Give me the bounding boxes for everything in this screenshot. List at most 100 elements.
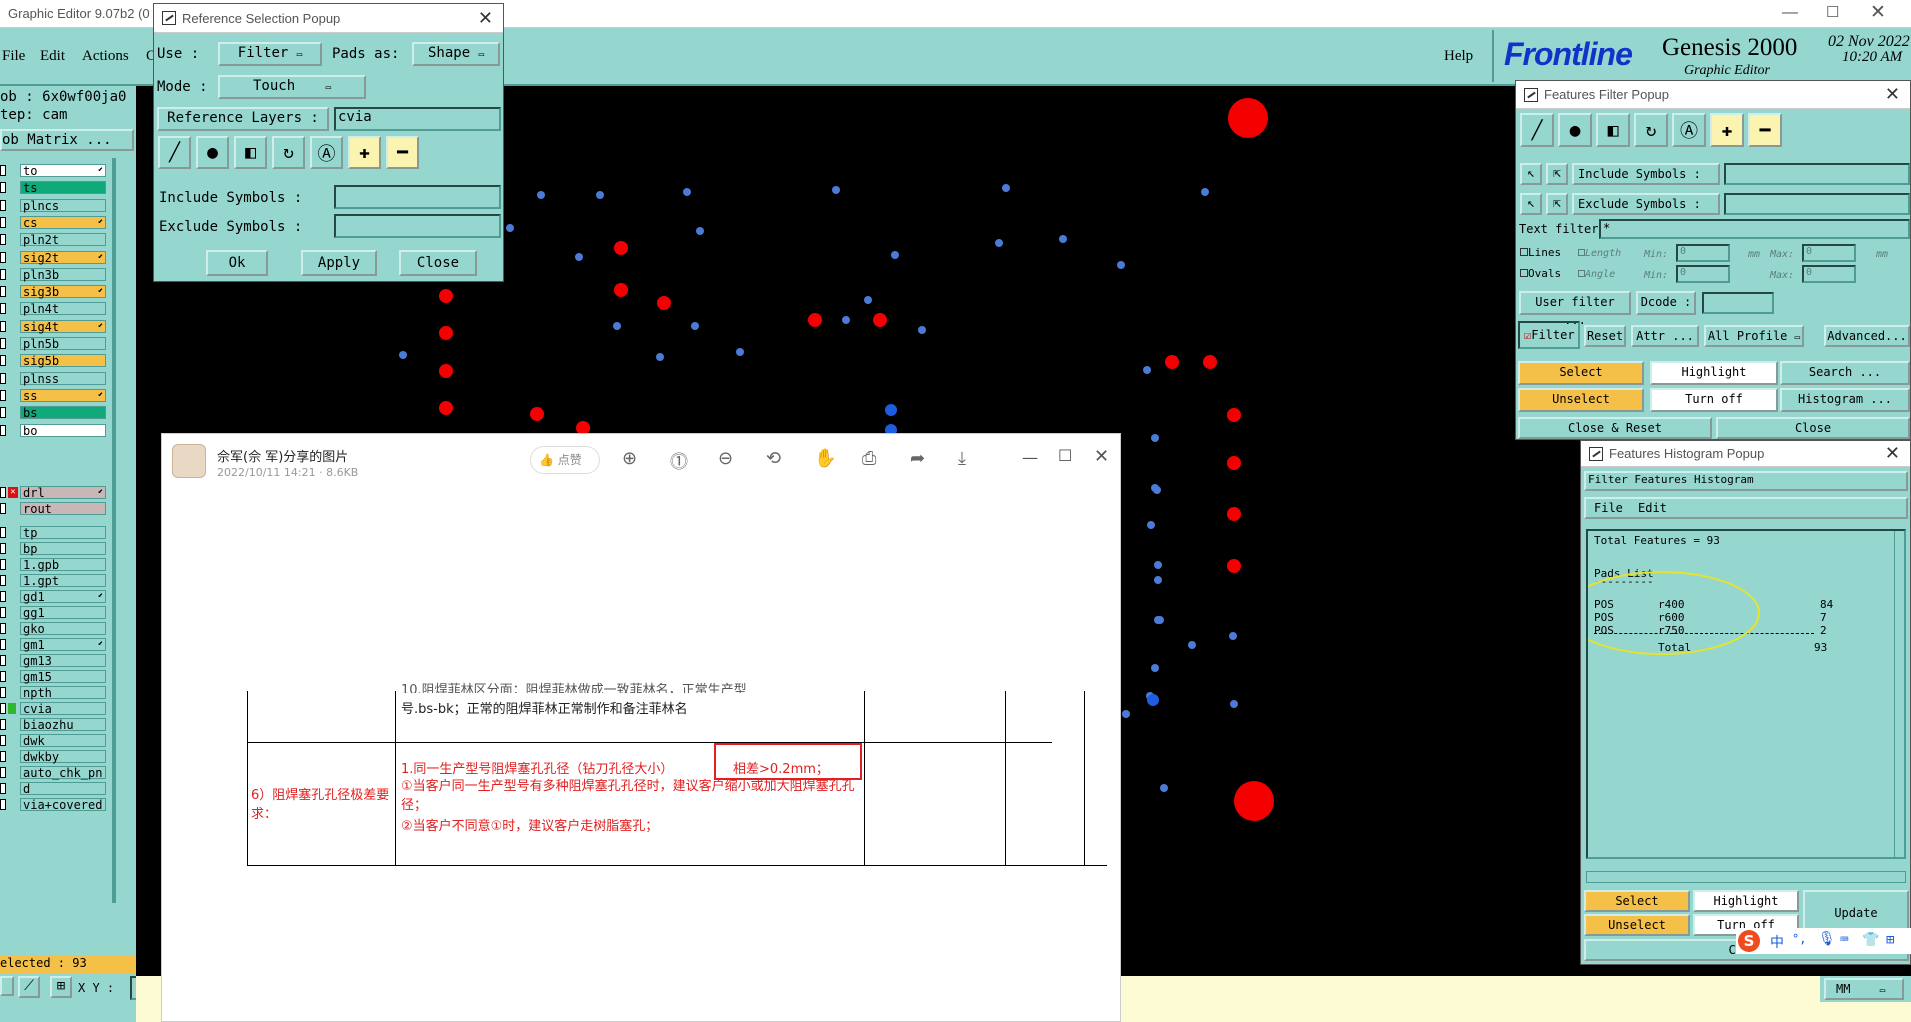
layer-checkbox[interactable] — [0, 783, 6, 794]
reference-layers-field[interactable]: cvia — [334, 107, 501, 131]
layer-row[interactable]: drl ⬋ ✕ — [0, 486, 112, 500]
layer-row[interactable]: cs ⬋ — [0, 215, 112, 230]
layer-checkbox[interactable] — [0, 165, 6, 176]
line-tool-icon[interactable]: ╱ — [1520, 113, 1554, 147]
layer-checkbox[interactable] — [0, 623, 6, 634]
layer-name[interactable]: cs — [20, 215, 106, 229]
angle-checkbox[interactable]: Angle — [1578, 269, 1615, 280]
layer-name[interactable]: pln4t — [20, 302, 106, 316]
close-icon[interactable]: ✕ — [1885, 443, 1900, 464]
layer-name[interactable]: bo — [20, 423, 106, 437]
layer-row[interactable]: cvia — [0, 702, 112, 716]
angle-min-field[interactable]: 0 — [1676, 265, 1730, 283]
horizontal-scrollbar[interactable] — [1586, 871, 1906, 883]
include-pick-icon[interactable]: ↖ — [1520, 163, 1542, 185]
include-pick2-icon[interactable]: ⇱ — [1546, 163, 1568, 185]
layer-name[interactable]: cvia — [20, 702, 106, 716]
microphone-icon[interactable]: 🎙 — [1818, 931, 1836, 947]
layer-row[interactable]: auto_chk_pn — [0, 766, 112, 780]
layer-row[interactable]: pln2t — [0, 233, 112, 247]
arc-tool-icon[interactable]: ↻ — [1634, 113, 1668, 147]
layer-row[interactable]: bo — [0, 423, 112, 438]
layer-checkbox[interactable] — [0, 607, 6, 618]
include-symbols-field[interactable] — [334, 185, 501, 209]
unselect-button[interactable]: Unselect — [1518, 388, 1644, 412]
layer-checkbox[interactable] — [0, 320, 6, 332]
layer-name[interactable]: drl — [20, 486, 106, 500]
length-max-field[interactable]: 0 — [1802, 244, 1856, 262]
length-checkbox[interactable]: Length — [1578, 248, 1621, 259]
layer-name[interactable]: bp — [20, 542, 106, 556]
layer-name[interactable]: ss — [20, 388, 106, 402]
close-icon[interactable]: ✕ — [1885, 84, 1900, 105]
layer-row[interactable]: sig5b — [0, 354, 112, 368]
exclude-symbols-field[interactable] — [1724, 193, 1910, 215]
grid-menu-icon[interactable]: ⊞ — [1886, 932, 1894, 948]
grid-tool-icon[interactable]: ⊞ — [50, 976, 72, 998]
layer-checkbox[interactable] — [0, 355, 6, 367]
layer-name[interactable]: gko — [20, 622, 106, 636]
close-button[interactable]: Close — [399, 250, 477, 276]
layer-checkbox[interactable] — [0, 687, 6, 698]
search-button[interactable]: Search ... — [1780, 361, 1910, 385]
layer-checkbox[interactable] — [0, 372, 6, 384]
rotate-icon[interactable]: ⟲ — [766, 448, 781, 469]
layer-checkbox[interactable] — [0, 559, 6, 570]
layer-name[interactable]: bs — [20, 406, 106, 420]
layer-name[interactable]: pln2t — [20, 233, 106, 247]
layer-row[interactable]: to ⬋ — [0, 164, 112, 178]
layer-name[interactable]: pln5b — [20, 337, 106, 351]
layer-checkbox[interactable] — [0, 655, 6, 666]
include-symbols-button[interactable]: Include Symbols : — [1572, 163, 1720, 185]
skin-icon[interactable]: 👕 — [1862, 932, 1879, 948]
dcode-button[interactable]: Dcode : — [1636, 291, 1696, 315]
layer-name[interactable]: ts — [20, 181, 106, 195]
minimize-icon[interactable]: — — [1782, 4, 1798, 22]
layer-row[interactable]: pln3b — [0, 267, 112, 282]
reference-layers-button[interactable]: Reference Layers : — [157, 107, 329, 131]
all-profile-select[interactable]: All Profile ▭ — [1704, 325, 1804, 347]
menu-file[interactable]: File — [1594, 501, 1623, 515]
bottom-tool-1[interactable] — [0, 976, 14, 996]
layer-name[interactable]: sig4t — [20, 319, 106, 333]
layer-row[interactable]: ss ⬋ — [0, 388, 112, 403]
layer-checkbox[interactable] — [0, 389, 6, 401]
layer-checkbox[interactable] — [0, 286, 6, 298]
layer-row[interactable]: gm1 ⬋ — [0, 638, 112, 652]
layer-checkbox[interactable] — [0, 424, 6, 436]
layer-name[interactable]: gd1 — [20, 590, 106, 604]
layer-row[interactable]: plnss — [0, 371, 112, 386]
layer-row[interactable]: gm15 — [0, 670, 112, 684]
exclude-symbols-button[interactable]: Exclude Symbols : — [1572, 193, 1720, 215]
zoom-in-icon[interactable]: ⊕ — [622, 448, 637, 469]
add-icon[interactable]: ✚ — [1710, 113, 1744, 147]
layer-row[interactable]: plncs — [0, 198, 112, 213]
close-icon[interactable]: ✕ — [1094, 446, 1109, 467]
layer-checkbox[interactable] — [0, 268, 6, 280]
layer-name[interactable]: gm1 — [20, 638, 106, 652]
layer-name[interactable]: sig2t — [20, 250, 106, 264]
apply-button[interactable]: Apply — [301, 250, 377, 276]
layer-checkbox[interactable] — [0, 503, 6, 514]
layer-row[interactable]: sig2t ⬋ — [0, 250, 112, 265]
layer-name[interactable]: dwkby — [20, 750, 106, 764]
layer-checkbox[interactable] — [0, 543, 6, 554]
layer-name[interactable]: gm15 — [20, 670, 106, 684]
add-icon[interactable]: ✚ — [348, 136, 381, 169]
layer-checkbox[interactable] — [0, 251, 6, 263]
zoom-out-icon[interactable]: ⊖ — [718, 448, 733, 469]
use-select[interactable]: Filter ▭ — [218, 42, 322, 66]
histogram-button[interactable]: Histogram ... — [1780, 388, 1910, 412]
maximize-icon[interactable]: ☐ — [1826, 3, 1839, 21]
pads-as-select[interactable]: Shape ▭ — [412, 42, 500, 66]
pad-tool-icon[interactable]: ● — [1558, 113, 1592, 147]
layer-row[interactable]: rout — [0, 502, 112, 516]
layer-name[interactable]: 1.gpt — [20, 574, 106, 588]
layer-checkbox[interactable] — [0, 338, 6, 349]
layer-checkbox[interactable] — [0, 407, 6, 419]
menu-actions[interactable]: Actions — [82, 48, 129, 65]
layer-name[interactable]: sig3b — [20, 285, 106, 299]
remove-icon[interactable]: ━ — [386, 136, 419, 169]
vertical-scrollbar[interactable] — [1894, 531, 1904, 857]
layer-row[interactable]: gg1 — [0, 606, 112, 620]
